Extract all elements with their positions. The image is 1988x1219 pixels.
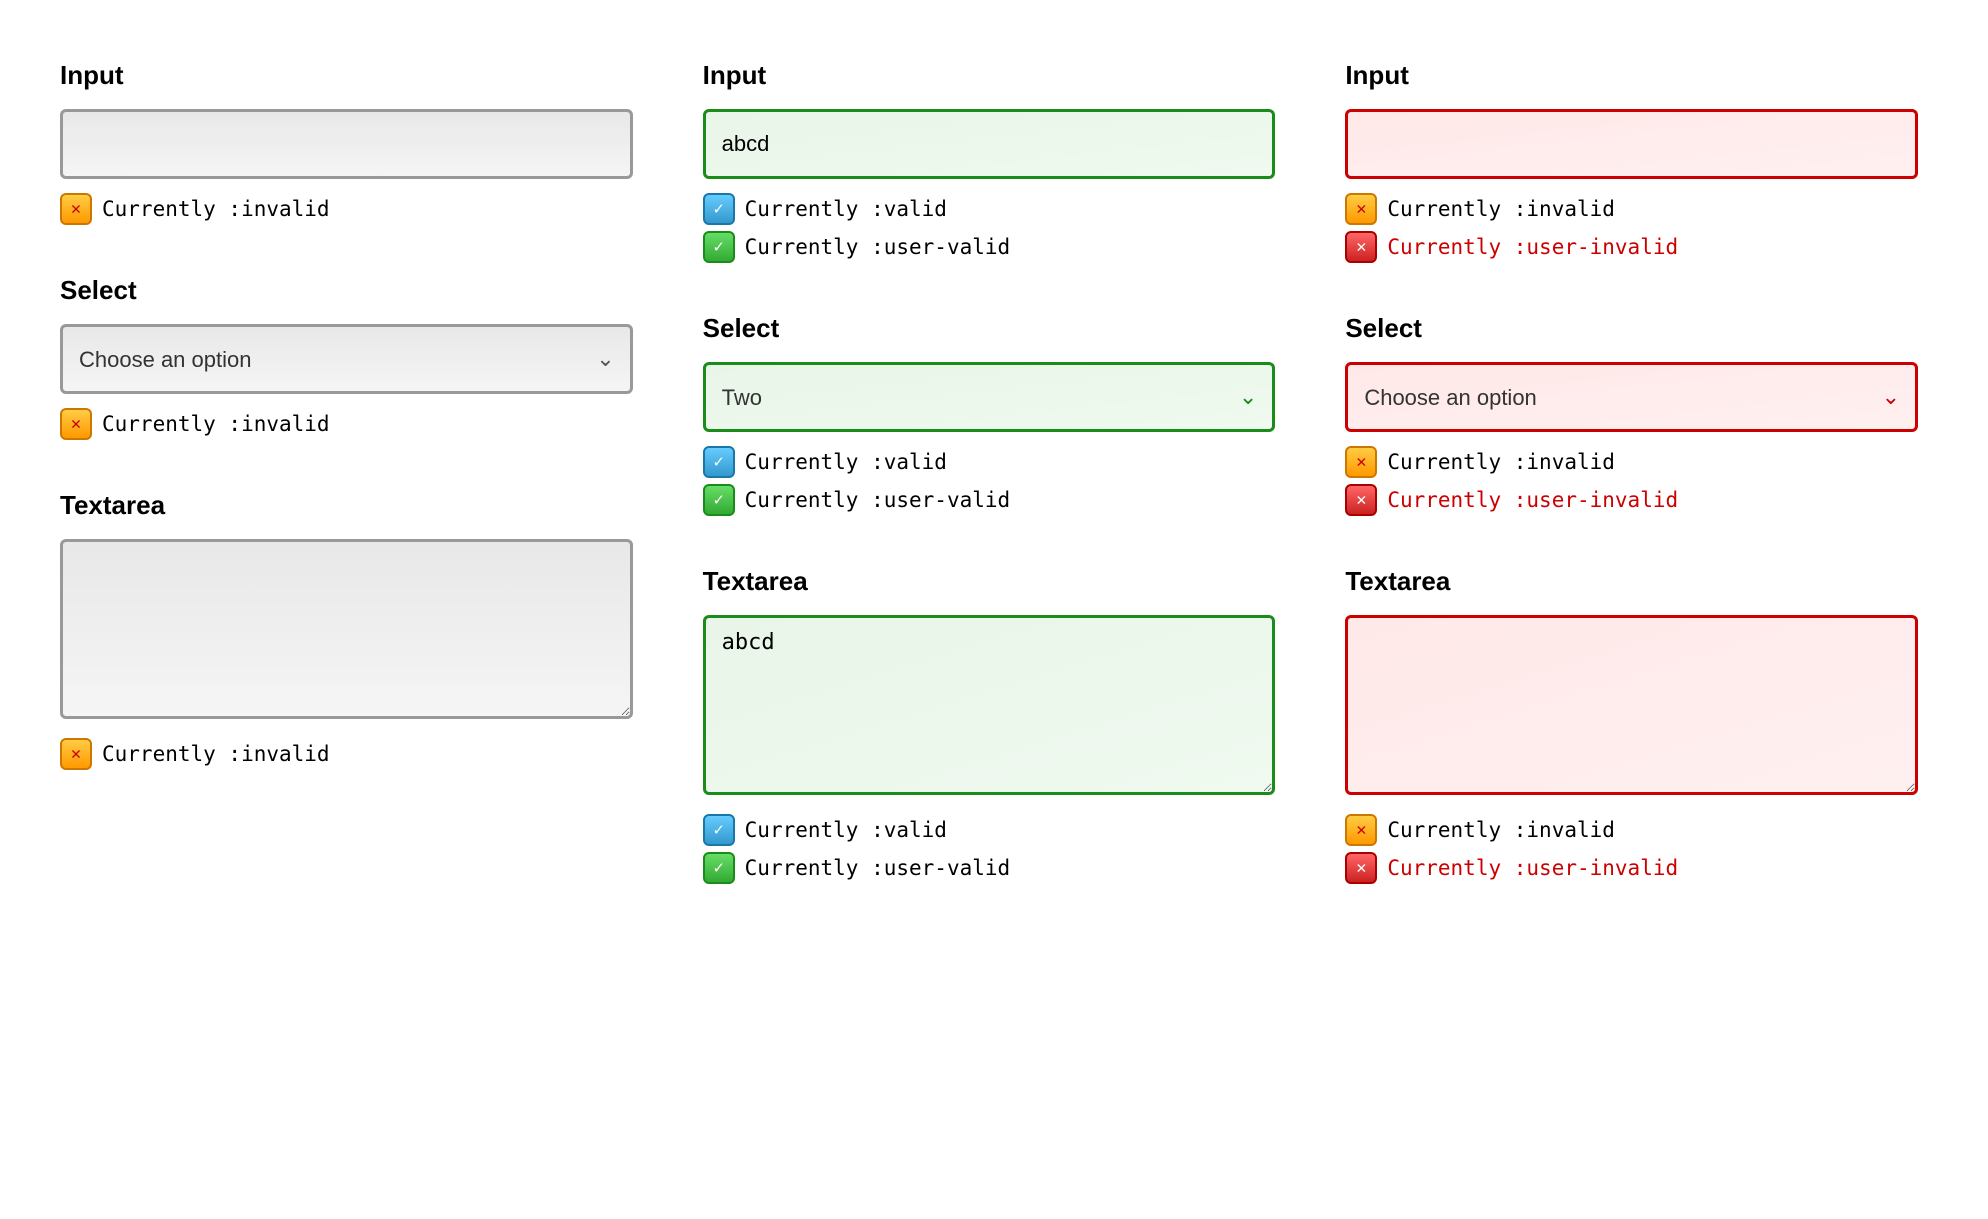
status-list-textarea-valid: ✓ Currently :valid ✓ Currently :user-val…	[703, 814, 1276, 884]
status-text: Currently :invalid	[102, 412, 330, 436]
select-label-default: Select	[60, 275, 633, 306]
status-list-textarea-invalid: ✕ Currently :invalid ✕ Currently :user-i…	[1345, 814, 1918, 884]
status-text: Currently :invalid	[1387, 197, 1615, 221]
badge-orange-icon: ✕	[60, 408, 92, 440]
badge-blue-icon: ✓	[703, 814, 735, 846]
status-text: Currently :invalid	[102, 742, 330, 766]
input-label-invalid: Input	[1345, 60, 1918, 91]
textarea-section-default: Textarea ✕ Currently :invalid	[60, 490, 633, 770]
select-wrapper-valid: Choose an option One Two Three ⌄	[703, 362, 1276, 432]
status-text: Currently :invalid	[102, 197, 330, 221]
badge-red-icon: ✕	[1345, 852, 1377, 884]
badge-orange-icon: ✕	[60, 193, 92, 225]
badge-blue-icon: ✓	[703, 446, 735, 478]
status-text: Currently :invalid	[1387, 818, 1615, 842]
status-text: Currently :valid	[745, 450, 947, 474]
textarea-section-invalid: Textarea ✕ Currently :invalid ✕ Currentl…	[1345, 566, 1918, 884]
textarea-label-invalid: Textarea	[1345, 566, 1918, 597]
select-label-valid: Select	[703, 313, 1276, 344]
select-label-invalid: Select	[1345, 313, 1918, 344]
status-text: Currently :user-valid	[745, 488, 1011, 512]
status-item: ✕ Currently :invalid	[60, 193, 633, 225]
badge-green-icon: ✓	[703, 852, 735, 884]
input-field-invalid[interactable]	[1345, 109, 1918, 179]
textarea-field-invalid[interactable]	[1345, 615, 1918, 795]
status-text: Currently :user-valid	[745, 235, 1011, 259]
main-grid: Input ✕ Currently :invalid Select Choose…	[30, 30, 1958, 924]
status-list-textarea-default: ✕ Currently :invalid	[60, 738, 633, 770]
badge-orange-icon: ✕	[1345, 446, 1377, 478]
badge-orange-icon: ✕	[1345, 193, 1377, 225]
badge-red-icon: ✕	[1345, 231, 1377, 263]
input-label-valid: Input	[703, 60, 1276, 91]
select-field-default[interactable]: Choose an option One Two Three	[60, 324, 633, 394]
badge-green-icon: ✓	[703, 484, 735, 516]
status-text: Currently :user-valid	[745, 856, 1011, 880]
select-field-valid[interactable]: Choose an option One Two Three	[703, 362, 1276, 432]
status-list-input-invalid: ✕ Currently :invalid ✕ Currently :user-i…	[1345, 193, 1918, 263]
textarea-label-default: Textarea	[60, 490, 633, 521]
column-valid: Input ✓ Currently :valid ✓ Currently :us…	[673, 30, 1316, 924]
input-label-default: Input	[60, 60, 633, 91]
textarea-section-valid: Textarea abcd ✓ Currently :valid ✓ Curre…	[703, 566, 1276, 884]
badge-orange-icon: ✕	[1345, 814, 1377, 846]
status-item: ✕ Currently :invalid	[60, 408, 633, 440]
badge-blue-icon: ✓	[703, 193, 735, 225]
badge-green-icon: ✓	[703, 231, 735, 263]
status-text: Currently :user-invalid	[1387, 856, 1678, 880]
input-section-invalid: Input ✕ Currently :invalid ✕ Currently :…	[1345, 60, 1918, 263]
status-item: ✕ Currently :user-invalid	[1345, 852, 1918, 884]
status-text: Currently :valid	[745, 197, 947, 221]
textarea-label-valid: Textarea	[703, 566, 1276, 597]
input-section-valid: Input ✓ Currently :valid ✓ Currently :us…	[703, 60, 1276, 263]
status-list-input-default: ✕ Currently :invalid	[60, 193, 633, 225]
select-wrapper-default: Choose an option One Two Three ⌄	[60, 324, 633, 394]
status-text: Currently :invalid	[1387, 450, 1615, 474]
input-field-default[interactable]	[60, 109, 633, 179]
status-item: ✓ Currently :user-valid	[703, 484, 1276, 516]
status-item: ✓ Currently :user-valid	[703, 852, 1276, 884]
status-item: ✕ Currently :invalid	[60, 738, 633, 770]
select-section-valid: Select Choose an option One Two Three ⌄ …	[703, 313, 1276, 516]
status-item: ✓ Currently :user-valid	[703, 231, 1276, 263]
status-item: ✕ Currently :invalid	[1345, 814, 1918, 846]
status-item: ✕ Currently :user-invalid	[1345, 231, 1918, 263]
select-section-invalid: Select Choose an option One Two Three ⌄ …	[1345, 313, 1918, 516]
status-text: Currently :user-invalid	[1387, 488, 1678, 512]
status-text: Currently :user-invalid	[1387, 235, 1678, 259]
status-item: ✓ Currently :valid	[703, 814, 1276, 846]
status-text: Currently :valid	[745, 818, 947, 842]
status-item: ✕ Currently :user-invalid	[1345, 484, 1918, 516]
badge-orange-icon: ✕	[60, 738, 92, 770]
textarea-field-default[interactable]	[60, 539, 633, 719]
status-item: ✓ Currently :valid	[703, 446, 1276, 478]
status-list-input-valid: ✓ Currently :valid ✓ Currently :user-val…	[703, 193, 1276, 263]
textarea-field-valid[interactable]: abcd	[703, 615, 1276, 795]
column-default: Input ✕ Currently :invalid Select Choose…	[30, 30, 673, 924]
select-wrapper-invalid: Choose an option One Two Three ⌄	[1345, 362, 1918, 432]
badge-red-icon: ✕	[1345, 484, 1377, 516]
select-section-default: Select Choose an option One Two Three ⌄ …	[60, 275, 633, 440]
select-field-invalid[interactable]: Choose an option One Two Three	[1345, 362, 1918, 432]
input-field-valid[interactable]	[703, 109, 1276, 179]
status-list-select-valid: ✓ Currently :valid ✓ Currently :user-val…	[703, 446, 1276, 516]
status-item: ✕ Currently :invalid	[1345, 193, 1918, 225]
status-list-select-default: ✕ Currently :invalid	[60, 408, 633, 440]
status-item: ✓ Currently :valid	[703, 193, 1276, 225]
status-list-select-invalid: ✕ Currently :invalid ✕ Currently :user-i…	[1345, 446, 1918, 516]
status-item: ✕ Currently :invalid	[1345, 446, 1918, 478]
column-invalid: Input ✕ Currently :invalid ✕ Currently :…	[1315, 30, 1958, 924]
input-section-default: Input ✕ Currently :invalid	[60, 60, 633, 225]
